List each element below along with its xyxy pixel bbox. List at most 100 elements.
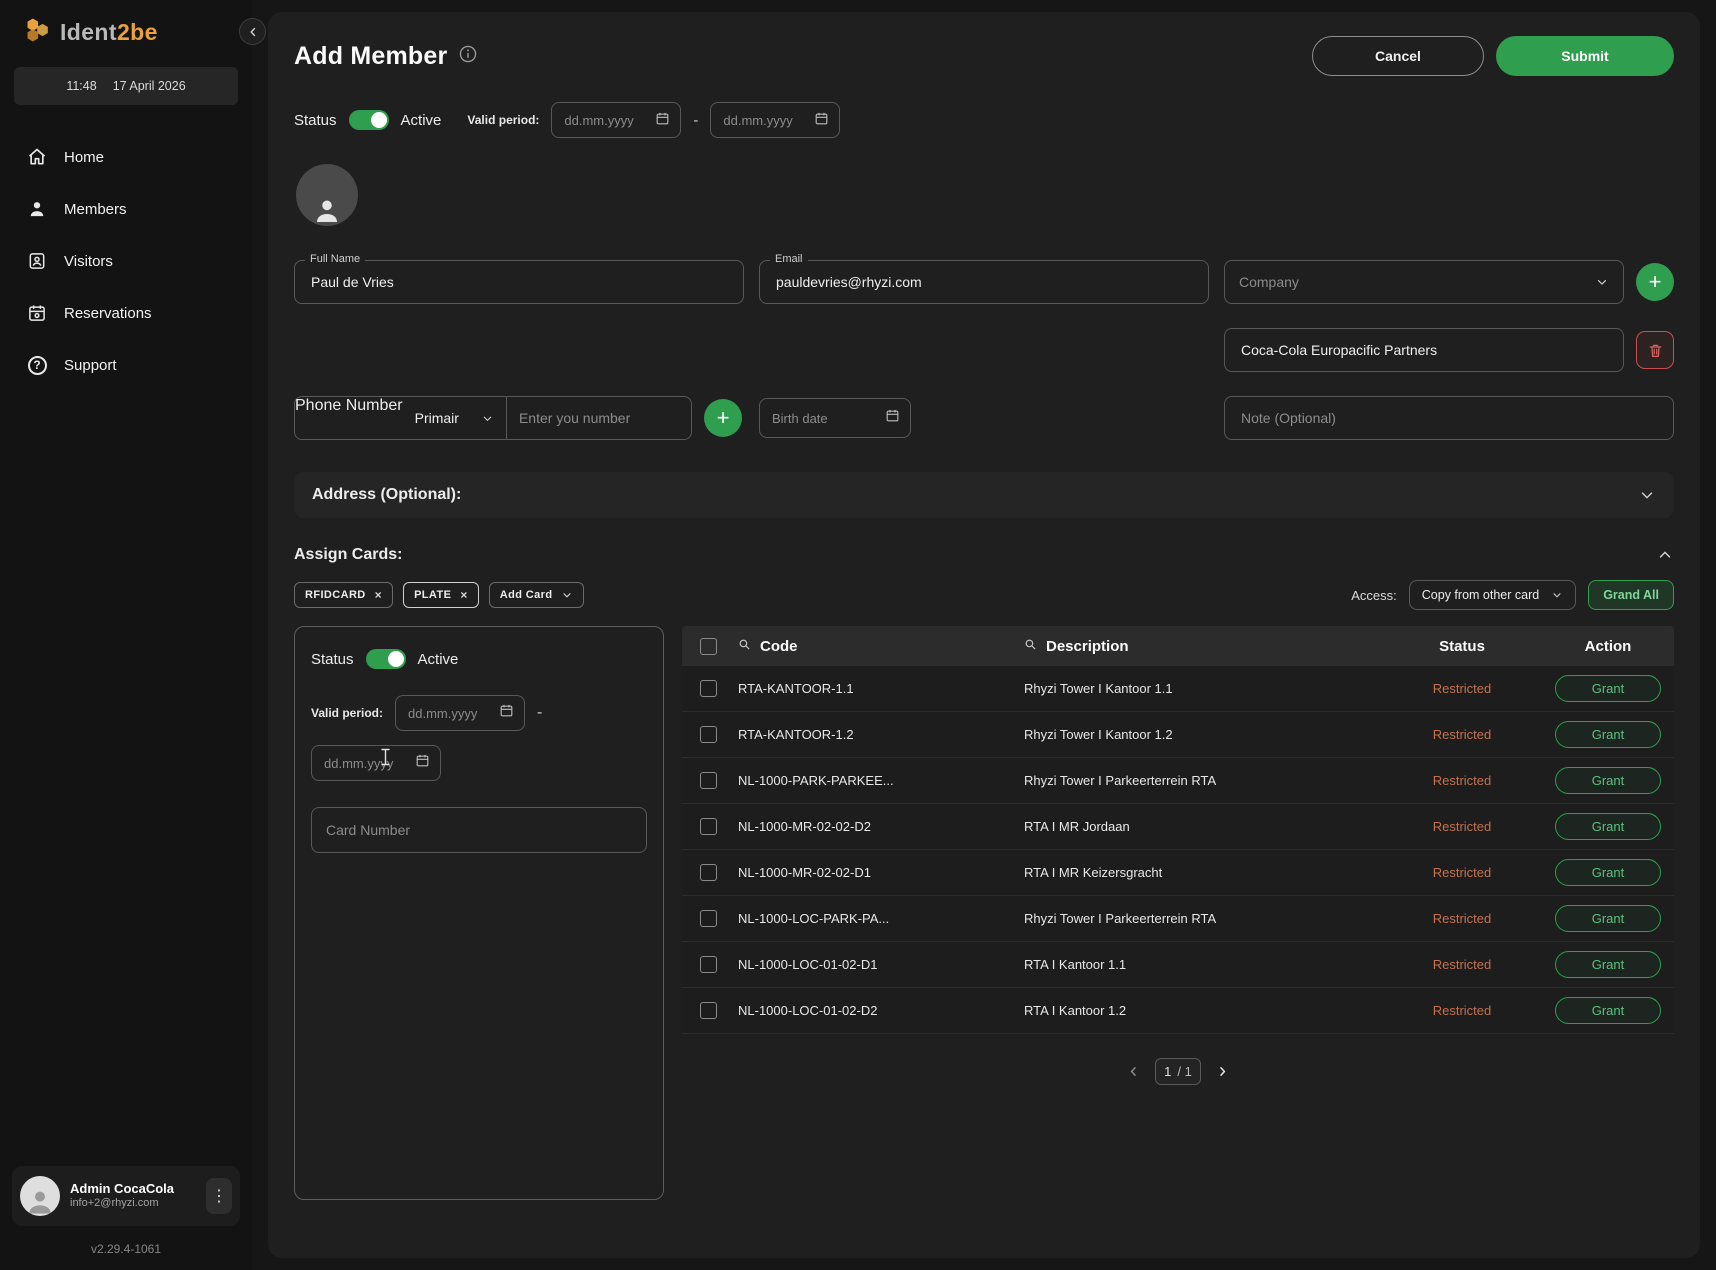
table-row: NL-1000-MR-02-02-D1 RTA I MR Keizersgrac… [682,850,1674,896]
cancel-button[interactable]: Cancel [1312,36,1484,76]
grant-button[interactable]: Grant [1555,767,1661,794]
card-valid-period-label: Valid period: [311,706,383,720]
grant-button[interactable]: Grant [1555,905,1661,932]
calendar-icon[interactable] [415,753,430,773]
grant-button[interactable]: Grant [1555,951,1661,978]
row-checkbox[interactable] [700,864,717,881]
assign-cards-body: Status Active Valid period: - [294,626,1674,1200]
chevron-down-icon[interactable] [1638,486,1656,504]
cell-code: NL-1000-PARK-PARKEE... [738,773,1024,788]
sidebar-item-visitors[interactable]: Visitors [12,239,240,283]
member-avatar-placeholder[interactable] [296,164,358,226]
note-input[interactable] [1239,409,1659,427]
add-card-button[interactable]: Add Card [489,582,585,608]
table-row: NL-1000-MR-02-02-D2 RTA I MR Jordaan Res… [682,804,1674,850]
row-checkbox[interactable] [700,818,717,835]
card-valid-from-input[interactable] [406,705,493,722]
chevron-left-icon [1126,1064,1141,1079]
birth-date-field[interactable] [759,398,911,438]
calendar-icon[interactable] [814,111,829,130]
user-card[interactable]: Admin CocaCola info+2@rhyzi.com ⋮ [12,1166,240,1226]
info-icon[interactable] [459,45,477,68]
row-checkbox[interactable] [700,726,717,743]
page-next-button[interactable] [1215,1064,1230,1079]
row-checkbox[interactable] [700,772,717,789]
valid-to-field[interactable] [710,102,840,138]
cell-status: Restricted [1382,773,1542,788]
assign-cards-header[interactable]: Assign Cards: [294,546,1674,564]
grant-button[interactable]: Grant [1555,721,1661,748]
birth-date-input[interactable] [770,410,879,427]
card-valid-from-field[interactable] [395,695,525,731]
sidebar-item-label: Visitors [64,253,113,270]
phone-number-input[interactable] [507,397,691,439]
chip-plate[interactable]: PLATE × [403,582,479,608]
valid-to-input[interactable] [721,112,808,129]
search-icon[interactable] [738,638,751,655]
cell-code: NL-1000-LOC-PARK-PA... [738,911,1024,926]
row-checkbox[interactable] [700,1002,717,1019]
cell-description: Rhyzi Tower I Parkeerterrein RTA [1024,911,1382,926]
select-all-checkbox[interactable] [700,638,717,655]
table-row: NL-1000-LOC-01-02-D2 RTA I Kantoor 1.2 R… [682,988,1674,1034]
valid-from-field[interactable] [551,102,681,138]
sidebar-item-support[interactable]: ? Support [12,343,240,387]
access-label: Access: [1351,588,1397,603]
grant-all-button[interactable]: Grand All [1588,580,1674,610]
user-avatar [20,1176,60,1216]
calendar-icon[interactable] [885,408,900,428]
card-number-input[interactable] [324,821,634,839]
close-icon[interactable]: × [375,589,382,601]
card-valid-to-field[interactable] [311,745,441,781]
email-input[interactable] [774,273,1194,291]
page-header: Add Member Cancel Submit [294,36,1674,76]
card-valid-to-input[interactable] [322,755,409,772]
user-menu-kebab-icon[interactable]: ⋮ [206,1178,232,1214]
sidebar-item-label: Support [64,357,117,374]
card-status-toggle[interactable] [366,649,406,669]
table-row: NL-1000-PARK-PARKEE... Rhyzi Tower I Par… [682,758,1674,804]
sidebar-item-reservations[interactable]: Reservations [12,291,240,335]
chevron-up-icon[interactable] [1656,546,1674,564]
status-toggle[interactable] [349,110,389,130]
sidebar-collapse-button[interactable] [239,18,266,45]
add-company-button[interactable]: + [1636,263,1674,301]
members-icon [26,198,48,220]
row-checkbox[interactable] [700,680,717,697]
phone-type-select[interactable]: Primair [403,397,507,439]
cell-code: NL-1000-MR-02-02-D1 [738,865,1024,880]
sidebar-item-members[interactable]: Members [12,187,240,231]
date-text: 17 April 2026 [113,79,186,93]
table-row: RTA-KANTOOR-1.2 Rhyzi Tower I Kantoor 1.… [682,712,1674,758]
add-phone-button[interactable]: + [704,399,742,437]
calendar-icon[interactable] [499,703,514,723]
full-name-input[interactable] [309,273,729,291]
company-selected-field [1224,328,1624,372]
close-icon[interactable]: × [460,589,467,601]
copy-from-card-select[interactable]: Copy from other card [1409,580,1576,610]
grant-button[interactable]: Grant [1555,859,1661,886]
grant-button[interactable]: Grant [1555,813,1661,840]
row-checkbox[interactable] [700,910,717,927]
address-title: Address (Optional): [312,486,461,504]
phone-type-value: Primair [415,410,459,426]
row-checkbox[interactable] [700,956,717,973]
chip-rfidcard[interactable]: RFIDCARD × [294,582,393,608]
date-separator: - [537,704,542,722]
remove-company-button[interactable] [1636,331,1674,369]
chevron-down-icon [1595,275,1609,289]
grant-button[interactable]: Grant [1555,997,1661,1024]
calendar-icon[interactable] [655,111,670,130]
search-icon[interactable] [1024,638,1037,655]
sidebar-item-home[interactable]: Home [12,135,240,179]
address-section-header[interactable]: Address (Optional): [294,472,1674,518]
company-select[interactable]: Company [1224,260,1624,304]
email-field: Email [759,260,1209,304]
grant-button[interactable]: Grant [1555,675,1661,702]
company-selected-input[interactable] [1239,341,1609,359]
cell-code: RTA-KANTOOR-1.2 [738,727,1024,742]
valid-from-input[interactable] [562,112,649,129]
submit-button[interactable]: Submit [1496,36,1674,76]
sidebar-item-label: Members [64,201,127,218]
page-previous-button[interactable] [1126,1064,1141,1079]
